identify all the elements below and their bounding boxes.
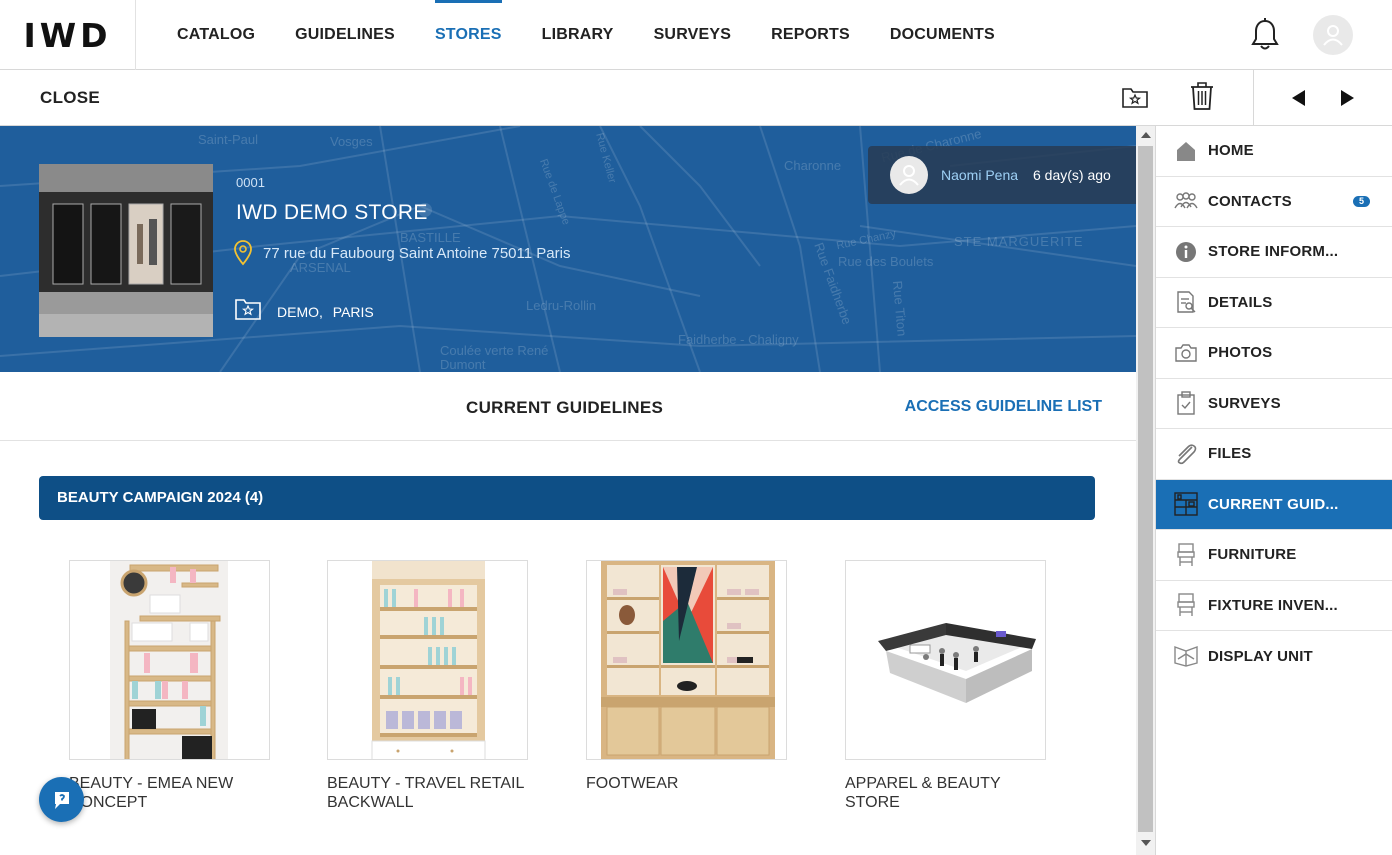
store-tag[interactable]: DEMO, (277, 304, 323, 320)
sidemenu-item-label: DISPLAY UNIT (1208, 647, 1313, 665)
shelf-icon (1174, 492, 1198, 516)
store-toolbar: CLOSE (0, 70, 1392, 126)
trash-icon[interactable] (1189, 81, 1215, 111)
campaign-accordion[interactable]: BEAUTY CAMPAIGN 2024 (4) (39, 476, 1095, 520)
store-photo[interactable] (39, 164, 213, 337)
sidemenu-item-photos[interactable]: PHOTOS (1156, 328, 1392, 379)
last-update-user[interactable]: Naomi Pena (941, 167, 1018, 183)
guideline-card-label: APPAREL & BEAUTY STORE (845, 775, 1001, 811)
sidemenu-item-current-guidelines[interactable]: CURRENT GUID... (1156, 479, 1392, 530)
map-label: BASTILLE (400, 230, 461, 245)
scroll-up-arrow-icon[interactable] (1141, 132, 1151, 138)
sidemenu-item-label: FILES (1208, 445, 1252, 463)
guideline-thumbnail[interactable] (327, 560, 528, 760)
nav-library[interactable]: LIBRARY (522, 0, 634, 70)
map-label: Coulée verte René Dumont (440, 343, 549, 372)
store-hero-banner: Saint-Paul Vosges Charonne Rue de Charon… (0, 126, 1136, 372)
store-address: 77 rue du Faubourg Saint Antoine 75011 P… (263, 245, 571, 262)
nav-catalog[interactable]: CATALOG (136, 0, 275, 70)
user-avatar-icon (890, 156, 928, 194)
store-side-menu: HOME CONTACTS 5 STORE INFORM... DETAILS (1155, 126, 1392, 855)
previous-arrow-icon[interactable] (1292, 90, 1305, 106)
sidemenu-item-label: STORE INFORM... (1208, 243, 1339, 261)
info-icon (1174, 240, 1198, 264)
sidemenu-item-details[interactable]: DETAILS (1156, 278, 1392, 328)
nav-guidelines[interactable]: GUIDELINES (275, 0, 415, 70)
fixture-icon (1174, 593, 1198, 617)
paperclip-icon (1174, 442, 1198, 466)
guideline-card[interactable]: APPAREL & BEAUTY STORE (845, 560, 1046, 812)
sidemenu-item-furniture[interactable]: FURNITURE (1156, 530, 1392, 581)
main-nav: CATALOG GUIDELINES STORES LIBRARY SURVEY… (136, 0, 1015, 70)
sidemenu-item-label: PHOTOS (1208, 344, 1273, 362)
camera-icon (1174, 341, 1198, 365)
nav-documents[interactable]: DOCUMENTS (870, 0, 1015, 70)
guideline-thumbnail[interactable] (69, 560, 270, 760)
guideline-card[interactable]: FOOTWEAR (586, 560, 787, 793)
last-update-time: 6 day(s) ago (1033, 167, 1111, 183)
content-scrollbar[interactable] (1136, 126, 1155, 855)
guideline-card-label: BEAUTY - TRAVEL RETAIL BACKWALL (327, 775, 524, 811)
user-avatar-icon[interactable] (1313, 15, 1353, 55)
map-label: Charonne (784, 158, 842, 173)
map-label: Rue des Boulets (838, 254, 934, 269)
map-label: Faidherbe - Chaligny (678, 332, 799, 347)
next-arrow-icon[interactable] (1341, 90, 1354, 106)
map-label: Vosges (330, 134, 373, 149)
map-label: Saint-Paul (198, 132, 258, 147)
favorite-folder-icon (234, 297, 262, 321)
guideline-card-label: FOOTWEAR (586, 775, 679, 792)
map-label: STE MARGUERITE (954, 234, 1084, 249)
last-update-chip: Naomi Pena 6 day(s) ago (868, 146, 1136, 204)
home-icon (1174, 139, 1198, 163)
location-pin-icon (233, 240, 253, 266)
sidemenu-item-label: DETAILS (1208, 293, 1273, 311)
sidemenu-item-home[interactable]: HOME (1156, 126, 1392, 177)
details-icon (1174, 290, 1198, 314)
contacts-icon (1174, 189, 1198, 213)
sidemenu-item-label: FIXTURE INVEN... (1208, 596, 1338, 614)
guideline-card-label: BEAUTY - EMEA NEW CONCEPT (69, 775, 234, 811)
guidelines-header: CURRENT GUIDELINES ACCESS GUIDELINE LIST (0, 372, 1136, 441)
store-tag[interactable]: PARIS (333, 304, 374, 320)
close-button[interactable]: CLOSE (40, 88, 100, 108)
app-logo[interactable]: IWD (0, 0, 136, 70)
bell-icon[interactable] (1250, 18, 1280, 52)
clipboard-icon (1174, 391, 1198, 415)
furniture-icon (1174, 543, 1198, 567)
sidemenu-item-files[interactable]: FILES (1156, 429, 1392, 480)
nav-stores[interactable]: STORES (415, 0, 522, 70)
sidemenu-item-label: CURRENT GUID... (1208, 495, 1339, 513)
sidemenu-item-contacts[interactable]: CONTACTS 5 (1156, 177, 1392, 227)
store-tags: DEMO, PARIS (277, 304, 380, 320)
display-unit-icon (1174, 644, 1198, 668)
toolbar-divider (1253, 70, 1254, 126)
favorite-folder-icon[interactable] (1121, 84, 1149, 110)
guideline-card[interactable]: BEAUTY - EMEA NEW CONCEPT (69, 560, 270, 812)
sidemenu-item-label: FURNITURE (1208, 546, 1297, 564)
sidemenu-item-label: CONTACTS (1208, 192, 1292, 210)
guideline-card[interactable]: BEAUTY - TRAVEL RETAIL BACKWALL (327, 560, 528, 812)
guideline-thumbnail[interactable] (845, 560, 1046, 760)
scroll-down-arrow-icon[interactable] (1141, 840, 1151, 846)
sidemenu-item-fixture-inventory[interactable]: FIXTURE INVEN... (1156, 581, 1392, 631)
nav-surveys[interactable]: SURVEYS (634, 0, 752, 70)
sidemenu-item-store-information[interactable]: STORE INFORM... (1156, 227, 1392, 278)
map-label: ARSENAL (290, 260, 351, 275)
top-navbar: IWD CATALOG GUIDELINES STORES LIBRARY SU… (0, 0, 1392, 70)
access-guideline-list-link[interactable]: ACCESS GUIDELINE LIST (905, 398, 1102, 416)
sidemenu-item-surveys[interactable]: SURVEYS (1156, 379, 1392, 429)
scroll-thumb[interactable] (1138, 146, 1153, 832)
map-label: Ledru-Rollin (526, 298, 597, 313)
store-name: IWD DEMO STORE (236, 201, 428, 224)
sidemenu-item-label: SURVEYS (1208, 394, 1281, 412)
store-code: 0001 (236, 175, 265, 190)
guideline-thumbnail[interactable] (586, 560, 787, 760)
guidelines-title: CURRENT GUIDELINES (466, 398, 664, 417)
nav-reports[interactable]: REPORTS (751, 0, 870, 70)
sidemenu-item-display-unit[interactable]: DISPLAY UNIT (1156, 631, 1392, 682)
sidemenu-item-label: HOME (1208, 142, 1254, 160)
contacts-count-badge: 5 (1353, 195, 1370, 207)
help-chat-icon[interactable] (39, 777, 84, 822)
